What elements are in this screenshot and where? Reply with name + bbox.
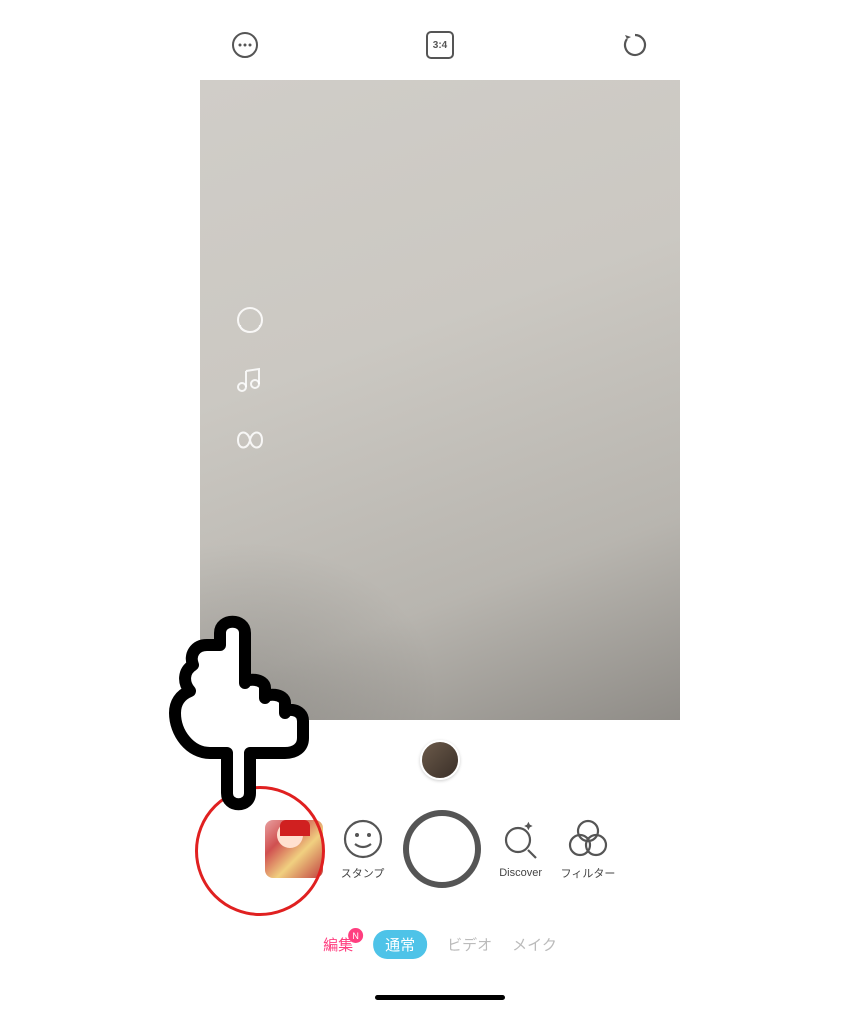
more-options-button[interactable] bbox=[230, 30, 260, 60]
camera-controls-row: スタンプ Discover フィルター bbox=[200, 810, 680, 888]
stamp-button[interactable]: スタンプ bbox=[341, 817, 385, 881]
smiley-icon bbox=[341, 817, 385, 861]
tab-video[interactable]: ビデオ bbox=[447, 934, 492, 955]
discover-icon bbox=[499, 819, 543, 863]
filter-icon bbox=[566, 817, 610, 861]
home-indicator[interactable] bbox=[375, 995, 505, 1000]
shutter-button[interactable] bbox=[403, 810, 481, 888]
face-beauty-icon[interactable] bbox=[235, 305, 265, 335]
gallery-thumbnail bbox=[265, 820, 323, 878]
discover-label: Discover bbox=[499, 867, 542, 879]
discover-button[interactable]: Discover bbox=[499, 819, 543, 879]
side-controls bbox=[235, 305, 265, 455]
boomerang-icon[interactable] bbox=[235, 425, 265, 455]
aspect-ratio-button[interactable]: 3:4 bbox=[425, 30, 455, 60]
new-badge: N bbox=[348, 928, 363, 943]
filter-button[interactable]: フィルター bbox=[561, 817, 616, 881]
top-bar: 3:4 bbox=[200, 20, 680, 70]
mode-tabs: 編集 N 通常 ビデオ メイク bbox=[323, 930, 557, 959]
flip-camera-button[interactable] bbox=[620, 30, 650, 60]
tab-normal[interactable]: 通常 bbox=[373, 930, 427, 959]
filter-label: フィルター bbox=[561, 865, 616, 881]
camera-app: 3:4 bbox=[200, 20, 680, 1010]
effect-preview-thumbnail[interactable] bbox=[420, 740, 460, 780]
gallery-button[interactable] bbox=[265, 820, 323, 878]
tab-makeup[interactable]: メイク bbox=[512, 934, 557, 955]
aspect-ratio-label: 3:4 bbox=[426, 31, 454, 59]
tab-edit[interactable]: 編集 N bbox=[323, 934, 353, 955]
music-icon[interactable] bbox=[235, 365, 265, 395]
stamp-label: スタンプ bbox=[341, 865, 385, 881]
camera-viewfinder[interactable] bbox=[200, 80, 680, 720]
